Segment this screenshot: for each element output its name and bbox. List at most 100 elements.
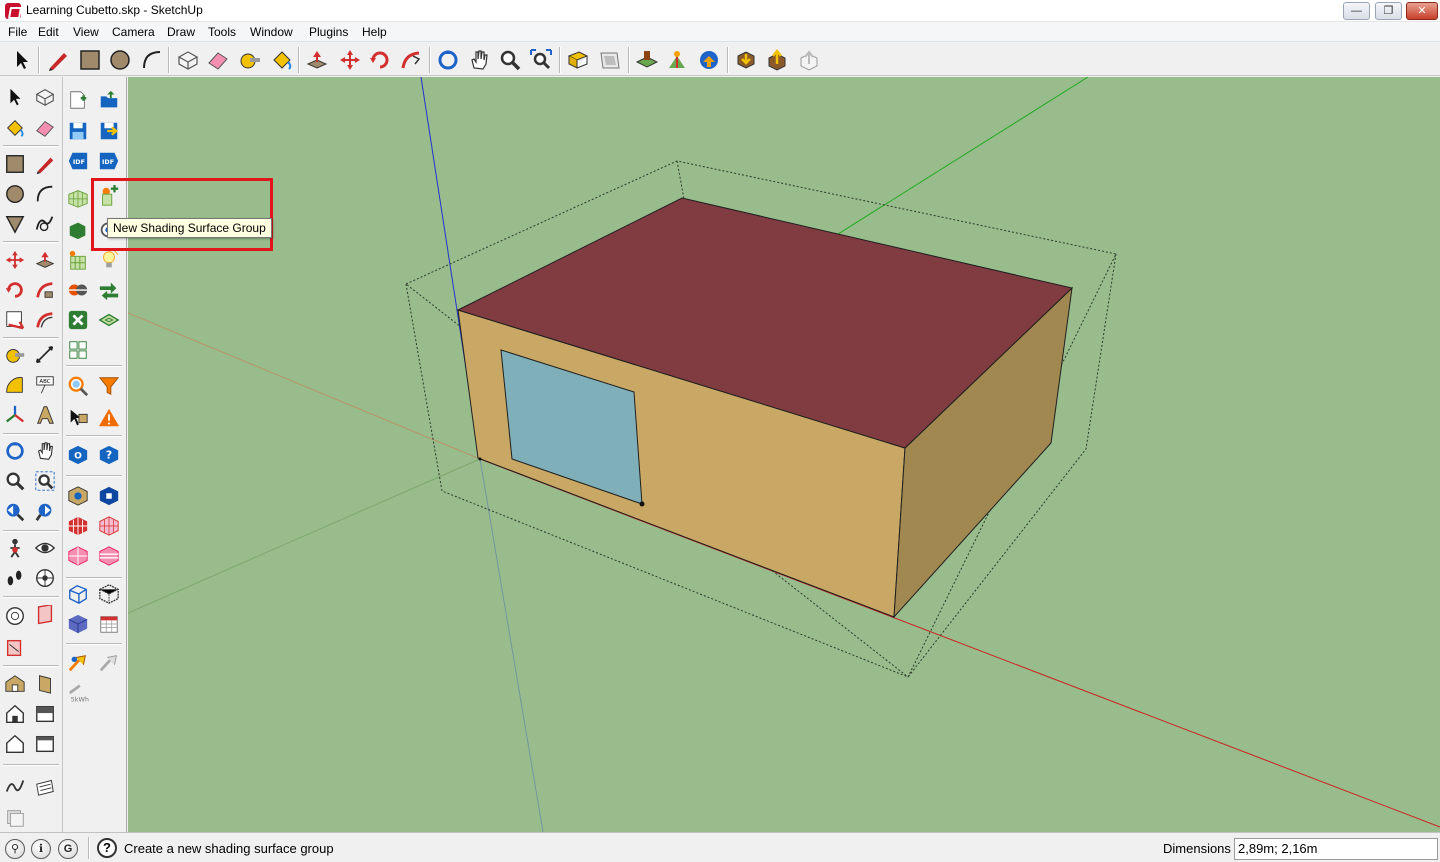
render-by-boundary-icon[interactable] [98, 583, 120, 605]
space-attributes-icon[interactable] [67, 279, 89, 301]
menu-window[interactable]: Window [250, 25, 293, 39]
move-tool-icon[interactable] [4, 249, 26, 271]
share-model-icon[interactable] [697, 48, 721, 72]
surface-matching-icon[interactable] [67, 249, 89, 271]
move-tool-icon[interactable] [338, 48, 362, 72]
restore-button[interactable]: ❐ [1375, 2, 1402, 20]
axes-tool-icon[interactable] [4, 404, 26, 426]
close-button[interactable]: ✕ [1406, 2, 1438, 20]
menu-plugins[interactable]: Plugins [309, 25, 348, 39]
protractor-icon[interactable] [4, 374, 26, 396]
look-around-eye-icon[interactable] [34, 537, 56, 559]
rotate-tool-icon[interactable] [368, 48, 392, 72]
rectangle-tool-icon[interactable] [78, 48, 102, 72]
show-model-icon[interactable] [67, 485, 89, 507]
remove-surfaces-icon[interactable] [67, 309, 89, 331]
render-by-space-type-icon[interactable] [67, 545, 89, 567]
push-pull-icon[interactable] [305, 48, 329, 72]
orbit-tool-icon[interactable] [436, 48, 460, 72]
rotate-tool-icon[interactable] [4, 279, 26, 301]
save-model-icon[interactable] [67, 120, 89, 142]
menu-file[interactable]: File [8, 25, 27, 39]
geo-location-icon[interactable]: ⚲ [5, 839, 25, 859]
text-label-icon[interactable]: ABC [34, 374, 56, 396]
rectangle-tool-icon[interactable] [4, 153, 26, 175]
import-idf-icon[interactable]: IDF [67, 150, 89, 172]
measurements-input[interactable]: 2,89m; 2,16m [1234, 838, 1438, 860]
menu-camera[interactable]: Camera [112, 25, 155, 39]
new-model-icon[interactable] [67, 89, 89, 111]
circle-tool-icon[interactable] [108, 48, 132, 72]
section-plane-icon[interactable] [34, 567, 56, 589]
minimize-button[interactable]: — [1343, 2, 1370, 20]
new-thermal-zone-icon[interactable] [67, 219, 89, 241]
zoom-magnifier-icon[interactable] [4, 470, 26, 492]
menu-view[interactable]: View [73, 25, 99, 39]
tape-measure-icon[interactable] [4, 344, 26, 366]
circle-tool-icon[interactable] [4, 183, 26, 205]
dimension-tool-icon[interactable] [34, 344, 56, 366]
follow-me-icon[interactable] [399, 48, 423, 72]
push-pull-icon[interactable] [34, 249, 56, 271]
previous-view-icon[interactable] [566, 48, 590, 72]
openstudio-app-icon[interactable]: O [67, 444, 89, 466]
get-models-icon[interactable] [734, 48, 758, 72]
hide-rest-of-model-icon[interactable] [98, 485, 120, 507]
section-cuts-icon[interactable] [4, 637, 26, 659]
position-camera-icon[interactable] [4, 537, 26, 559]
arc-tool-icon[interactable] [34, 183, 56, 205]
freehand-tool-icon[interactable] [34, 213, 56, 235]
help-box-icon[interactable]: ? [98, 444, 120, 466]
run-simulation-icon[interactable] [67, 652, 89, 674]
xray-wireframe-icon[interactable] [67, 583, 89, 605]
eraser-icon[interactable] [34, 117, 56, 139]
iso-view-icon[interactable] [4, 673, 26, 695]
render-by-thermal-zone-icon[interactable] [98, 515, 120, 537]
render-mode-grid-icon[interactable] [67, 339, 89, 361]
paint-bucket-icon[interactable] [4, 117, 26, 139]
apply-measure-icon[interactable] [98, 652, 120, 674]
select-arrow-icon[interactable] [4, 86, 26, 108]
sandbox-grid-icon[interactable] [4, 807, 26, 829]
surface-matching-arrows-icon[interactable] [98, 279, 120, 301]
sandbox-drape-icon[interactable] [34, 775, 56, 797]
select-by-info-icon[interactable] [67, 407, 89, 429]
warning-triangle-icon[interactable] [98, 407, 120, 429]
export-idf-icon[interactable]: IDF [98, 150, 120, 172]
measure-library-icon[interactable]: 5kWh [67, 682, 89, 704]
new-space-icon[interactable] [67, 187, 89, 209]
menu-tools[interactable]: Tools [208, 25, 236, 39]
project-loose-geometry-icon[interactable] [98, 309, 120, 331]
extension-warehouse-icon[interactable] [797, 48, 821, 72]
menu-edit[interactable]: Edit [38, 25, 59, 39]
follow-me-icon[interactable] [34, 279, 56, 301]
left-view-icon[interactable] [34, 733, 56, 755]
user-account-icon[interactable]: G [58, 839, 78, 859]
save-model-as-icon[interactable] [98, 120, 120, 142]
section-display-icon[interactable] [4, 605, 26, 627]
3d-text-icon[interactable] [34, 404, 56, 426]
zoom-window-icon[interactable] [34, 470, 56, 492]
make-component-icon[interactable] [176, 48, 200, 72]
pan-hand-icon[interactable] [34, 440, 56, 462]
front-view-icon[interactable] [4, 703, 26, 725]
zoom-extents-icon[interactable] [529, 48, 553, 72]
eraser-icon[interactable] [206, 48, 230, 72]
offset-tool-icon[interactable] [34, 309, 56, 331]
top-view-icon[interactable] [34, 703, 56, 725]
right-view-icon[interactable] [34, 673, 56, 695]
toggle-terrain-icon[interactable] [665, 48, 689, 72]
make-component-icon[interactable] [34, 86, 56, 108]
zoom-magnifier-icon[interactable] [498, 48, 522, 72]
render-by-building-story-icon[interactable] [98, 545, 120, 567]
modeling-viewport[interactable] [128, 77, 1440, 832]
back-view-icon[interactable] [4, 733, 26, 755]
solid-cube-icon[interactable] [67, 613, 89, 635]
orbit-tool-icon[interactable] [4, 440, 26, 462]
schedule-calendar-icon[interactable] [98, 613, 120, 635]
pencil-line-icon[interactable] [34, 153, 56, 175]
paint-bucket-icon[interactable] [270, 48, 294, 72]
polygon-tool-icon[interactable] [4, 213, 26, 235]
filter-funnel-icon[interactable] [98, 375, 120, 397]
share-component-icon[interactable] [765, 48, 789, 72]
